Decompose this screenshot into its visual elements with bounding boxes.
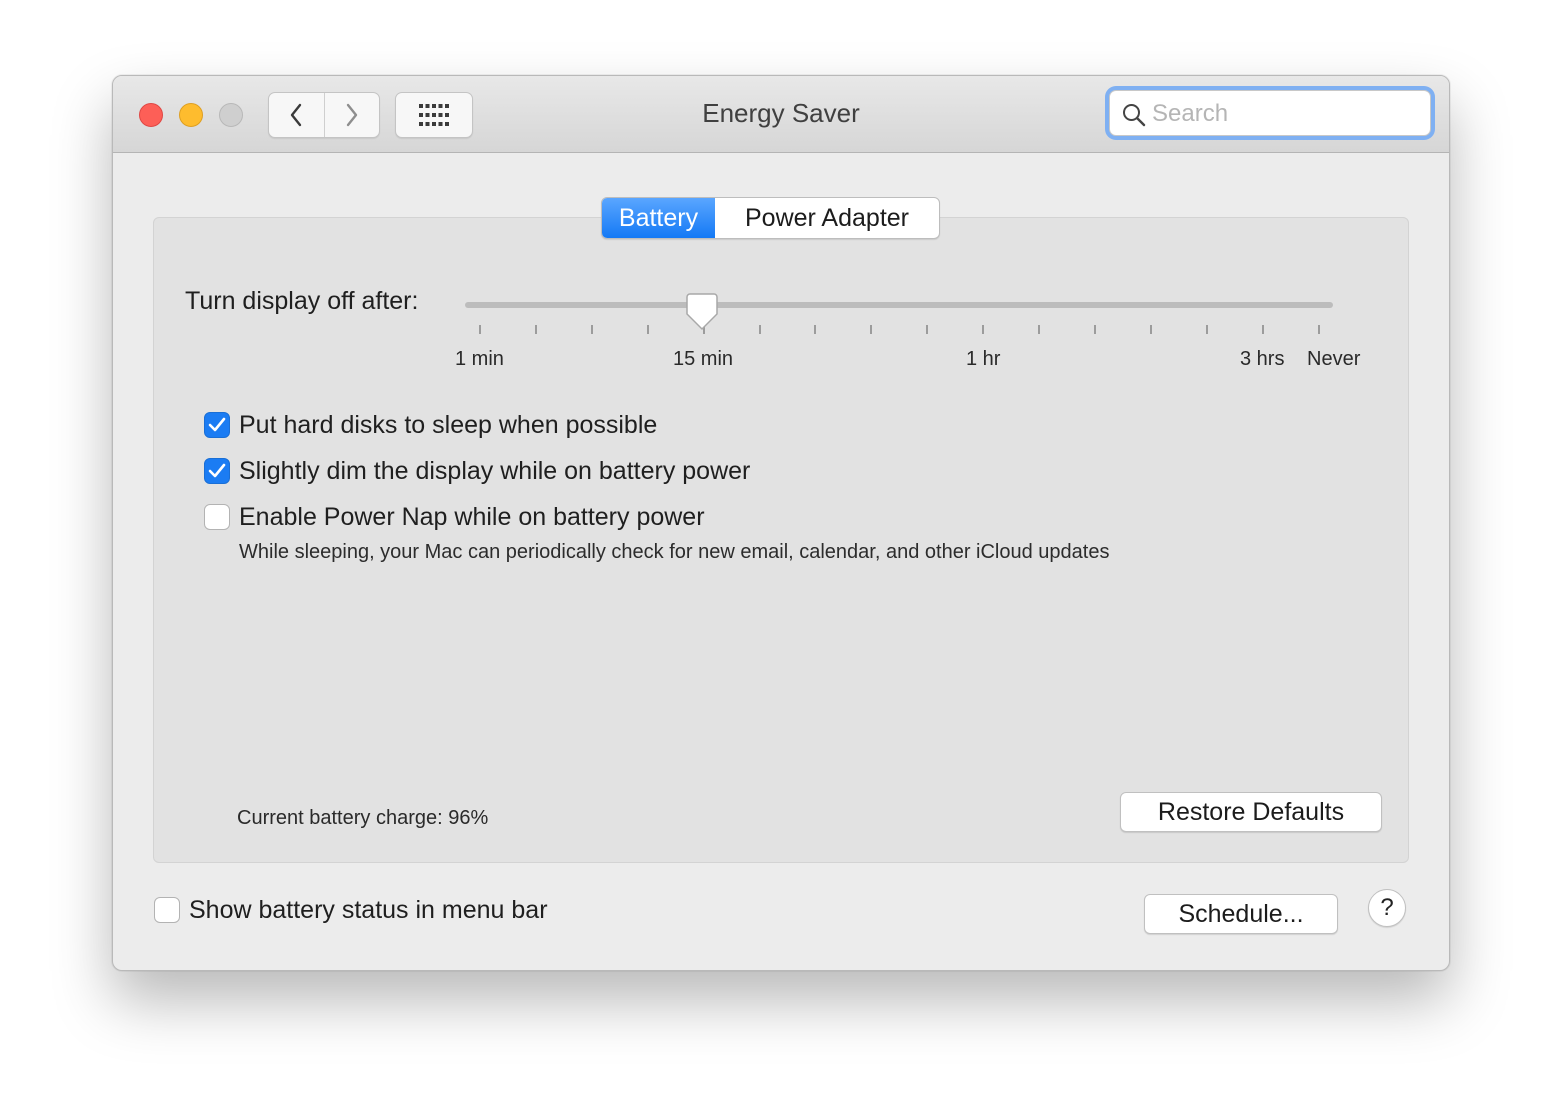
battery-charge-text: Current battery charge: 96% bbox=[237, 807, 489, 829]
hard-disk-sleep-label[interactable]: Put hard disks to sleep when possible bbox=[239, 411, 657, 440]
grid-icon bbox=[419, 104, 449, 126]
help-button[interactable]: ? bbox=[1368, 889, 1406, 927]
hard-disk-sleep-checkbox[interactable] bbox=[204, 412, 230, 438]
restore-defaults-button[interactable]: Restore Defaults bbox=[1120, 792, 1382, 832]
tab-power-adapter[interactable]: Power Adapter bbox=[715, 198, 939, 238]
search-input[interactable] bbox=[1150, 97, 1424, 131]
tab-bar: Battery Power Adapter bbox=[601, 197, 940, 239]
slider-tick bbox=[591, 325, 593, 334]
slider-tick bbox=[1318, 325, 1320, 334]
energy-saver-window: Energy Saver Battery Power Adapter Turn … bbox=[112, 75, 1450, 971]
show-battery-status-label[interactable]: Show battery status in menu bar bbox=[189, 896, 548, 925]
chevron-left-icon bbox=[291, 103, 302, 127]
search-field[interactable] bbox=[1109, 90, 1431, 136]
schedule-button[interactable]: Schedule... bbox=[1144, 894, 1338, 934]
tick-label-15-min: 15 min bbox=[673, 348, 734, 370]
slider-tick bbox=[870, 325, 872, 334]
power-nap-label[interactable]: Enable Power Nap while on battery power bbox=[239, 503, 705, 532]
navigation-buttons bbox=[268, 92, 380, 138]
slider-tick bbox=[1262, 325, 1264, 334]
slider-tick bbox=[1150, 325, 1152, 334]
power-nap-checkbox[interactable] bbox=[204, 504, 230, 530]
tick-label-1-hr: 1 hr bbox=[966, 348, 1001, 370]
dim-display-checkbox[interactable] bbox=[204, 458, 230, 484]
dim-display-label[interactable]: Slightly dim the display while on batter… bbox=[239, 457, 750, 486]
tick-label-never: Never bbox=[1307, 348, 1361, 370]
slider-tick bbox=[759, 325, 761, 334]
slider-tick bbox=[647, 325, 649, 334]
slider-tick bbox=[926, 325, 928, 334]
show-all-button[interactable] bbox=[395, 92, 473, 138]
checkmark-icon bbox=[208, 417, 226, 432]
back-button[interactable] bbox=[269, 93, 324, 137]
show-battery-status-checkbox[interactable] bbox=[154, 897, 180, 923]
slider-thumb[interactable] bbox=[685, 292, 719, 332]
search-icon bbox=[1123, 104, 1146, 127]
tab-battery[interactable]: Battery bbox=[602, 198, 715, 238]
power-nap-description: While sleeping, your Mac can periodicall… bbox=[239, 541, 1110, 563]
forward-button[interactable] bbox=[323, 93, 380, 137]
slider-tick bbox=[479, 325, 481, 334]
tick-label-3-hrs: 3 hrs bbox=[1240, 348, 1285, 370]
slider-tick bbox=[1094, 325, 1096, 334]
minimize-button[interactable] bbox=[179, 103, 203, 127]
close-button[interactable] bbox=[139, 103, 163, 127]
title-bar: Energy Saver bbox=[113, 76, 1449, 153]
slider-tick bbox=[1206, 325, 1208, 334]
slider-tick bbox=[1038, 325, 1040, 334]
zoom-button bbox=[219, 103, 243, 127]
slider-tick bbox=[535, 325, 537, 334]
display-sleep-label: Turn display off after: bbox=[185, 287, 419, 315]
slider-tick bbox=[814, 325, 816, 334]
chevron-right-icon bbox=[346, 103, 357, 127]
checkmark-icon bbox=[208, 463, 226, 478]
tick-label-1-min: 1 min bbox=[455, 348, 504, 370]
slider-tick bbox=[982, 325, 984, 334]
display-sleep-slider[interactable] bbox=[465, 302, 1333, 308]
